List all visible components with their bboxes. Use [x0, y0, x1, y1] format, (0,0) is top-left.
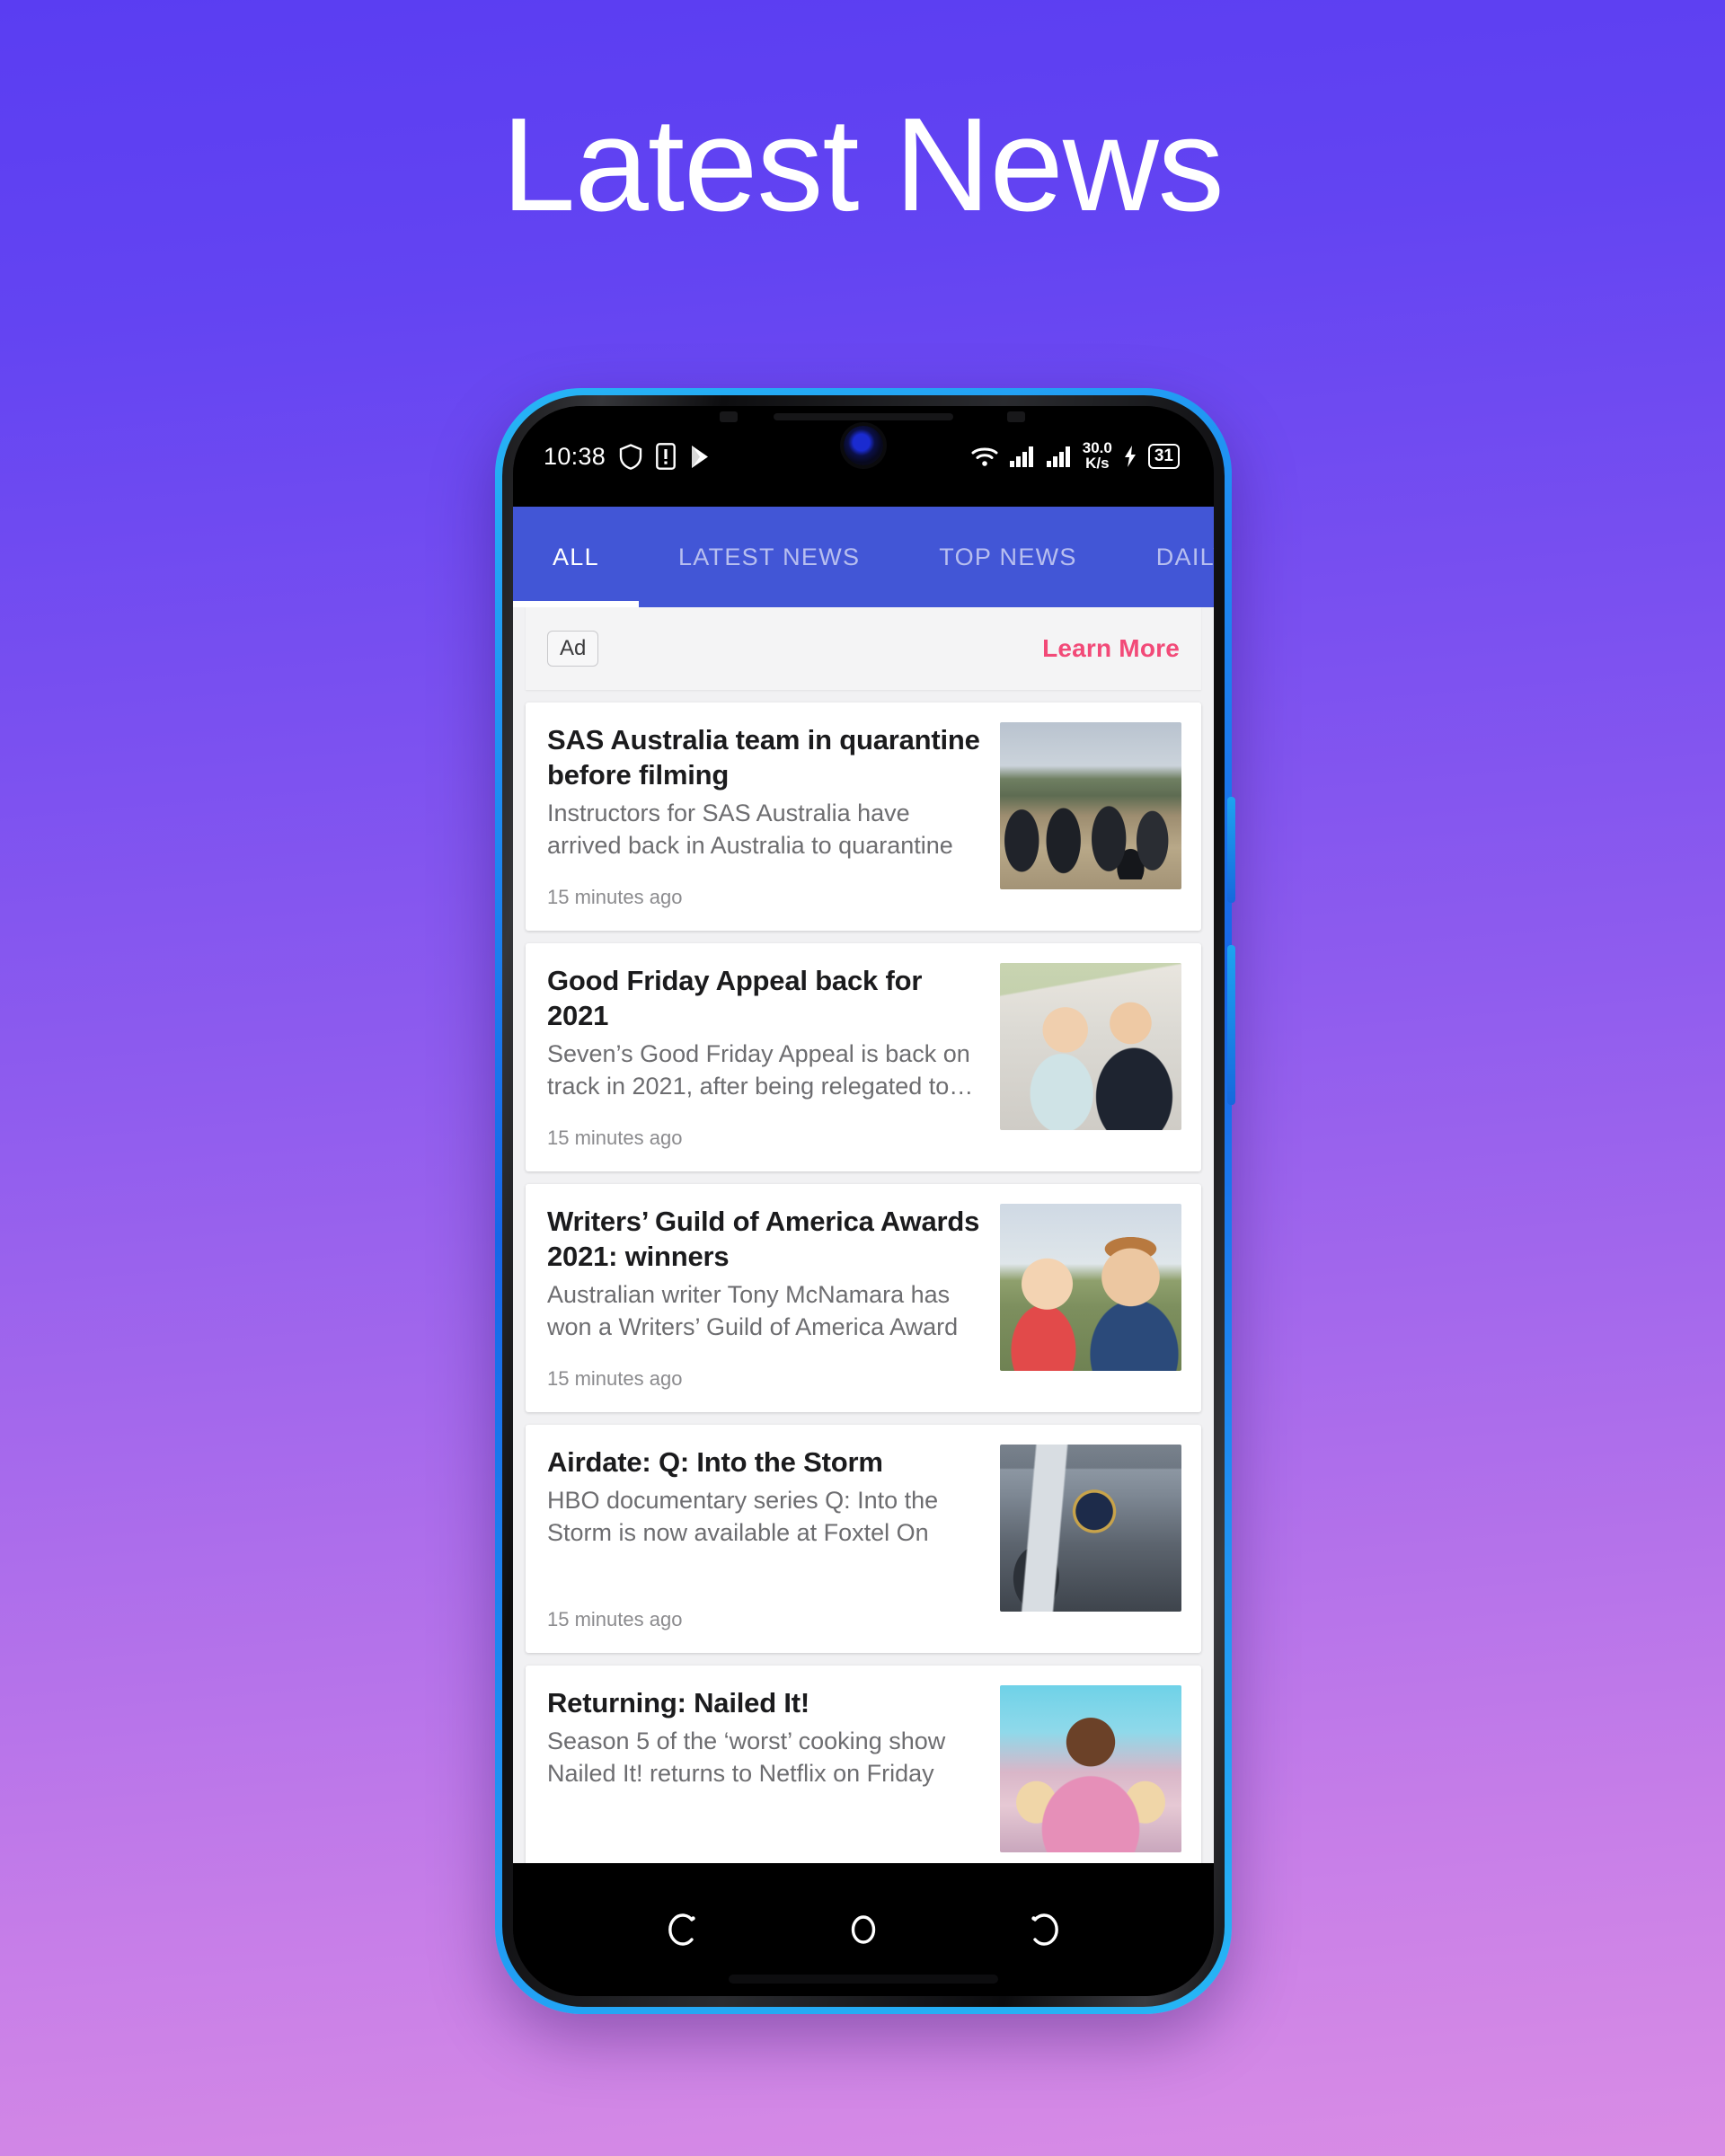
network-speed-indicator: 30.0 K/s: [1083, 441, 1112, 471]
news-card[interactable]: SAS Australia team in quarantine before …: [526, 702, 1201, 931]
news-card[interactable]: Writers’ Guild of America Awards 2021: w…: [526, 1184, 1201, 1412]
tab-dailytelegraph[interactable]: DAILYTELEGRAPH: [1117, 507, 1214, 607]
recent-apps-icon[interactable]: [663, 1909, 704, 1950]
news-thumbnail: [1000, 722, 1181, 889]
wifi-icon: [970, 445, 999, 468]
news-timestamp: 15 minutes ago: [547, 1127, 683, 1149]
news-thumbnail: [1000, 1445, 1181, 1612]
tab-top-news[interactable]: TOP NEWS: [899, 507, 1116, 607]
front-camera-icon: [844, 426, 883, 465]
status-bar-right: 30.0 K/s 31: [970, 441, 1180, 471]
back-icon[interactable]: [1022, 1909, 1064, 1950]
news-title: Returning: Nailed It!: [547, 1687, 810, 1719]
news-thumbnail: [1000, 1685, 1181, 1852]
bottom-speaker-icon: [729, 1975, 998, 1984]
news-title: Good Friday Appeal back for 2021: [547, 965, 923, 1032]
battery-indicator: 31: [1147, 444, 1180, 469]
ad-badge: Ad: [547, 631, 599, 667]
sensor-dot-icon: [720, 411, 738, 422]
news-card[interactable]: Returning: Nailed It! Season 5 of the ‘w…: [526, 1666, 1201, 1863]
status-bar-left: 10:38: [544, 443, 713, 471]
sim-card-icon: [656, 443, 676, 470]
news-thumbnail: [1000, 963, 1181, 1130]
play-store-icon: [689, 444, 713, 470]
status-time: 10:38: [544, 442, 606, 470]
news-timestamp: 15 minutes ago: [547, 886, 683, 908]
tab-top-news-label: TOP NEWS: [939, 543, 1077, 570]
tab-bar: ALL LATEST NEWS TOP NEWS DAILYTELEGRAPH: [513, 507, 1214, 607]
news-card[interactable]: Airdate: Q: Into the Storm HBO documenta…: [526, 1425, 1201, 1653]
news-description: Instructors for SAS Australia have arriv…: [547, 800, 953, 866]
signal-2-icon: [1046, 445, 1073, 468]
news-description: Seven’s Good Friday Appeal is back on tr…: [547, 1040, 974, 1100]
status-bar: 10:38 30.0 K/s 31: [513, 406, 1214, 507]
news-description: HBO documentary series Q: Into the Storm…: [547, 1487, 939, 1553]
shield-icon: [619, 443, 642, 470]
page-title: Latest News: [501, 91, 1224, 239]
news-feed[interactable]: Ad Learn More SAS Australia team in quar…: [513, 607, 1214, 1863]
phone-mockup: 10:38 30.0 K/s 31 ALL LATEST NEWS TOP NE…: [495, 388, 1235, 2014]
news-timestamp: 15 minutes ago: [547, 1367, 683, 1390]
news-title: Airdate: Q: Into the Storm: [547, 1446, 883, 1478]
tab-all-label: ALL: [553, 543, 599, 570]
learn-more-link[interactable]: Learn More: [1042, 634, 1180, 663]
tab-all[interactable]: ALL: [513, 507, 639, 607]
charging-bolt-icon: [1122, 445, 1138, 468]
news-title: Writers’ Guild of America Awards 2021: w…: [547, 1206, 980, 1273]
home-icon[interactable]: [843, 1909, 884, 1950]
ad-banner[interactable]: Ad Learn More: [526, 607, 1201, 690]
network-speed-unit: K/s: [1085, 455, 1110, 472]
news-timestamp: 15 minutes ago: [547, 1608, 683, 1630]
news-thumbnail: [1000, 1204, 1181, 1371]
tab-dailytelegraph-label: DAILYTELEGRAPH: [1155, 543, 1214, 570]
news-card[interactable]: Good Friday Appeal back for 2021 Seven’s…: [526, 943, 1201, 1171]
signal-1-icon: [1009, 445, 1036, 468]
power-button[interactable]: [1227, 797, 1235, 903]
earpiece-speaker-icon: [774, 413, 953, 420]
news-app: ALL LATEST NEWS TOP NEWS DAILYTELEGRAPH …: [513, 507, 1214, 1863]
tab-latest-news-label: LATEST NEWS: [677, 543, 861, 570]
news-description: Season 5 of the ‘worst’ cooking show Nai…: [547, 1727, 946, 1794]
news-title: SAS Australia team in quarantine before …: [547, 724, 980, 791]
news-description: Australian writer Tony McNamara has won …: [547, 1281, 959, 1348]
sensor-dot-icon: [1007, 411, 1025, 422]
volume-button[interactable]: [1227, 945, 1235, 1105]
phone-screen: 10:38 30.0 K/s 31 ALL LATEST NEWS TOP NE…: [513, 406, 1214, 1996]
tab-latest-news[interactable]: LATEST NEWS: [639, 507, 899, 607]
